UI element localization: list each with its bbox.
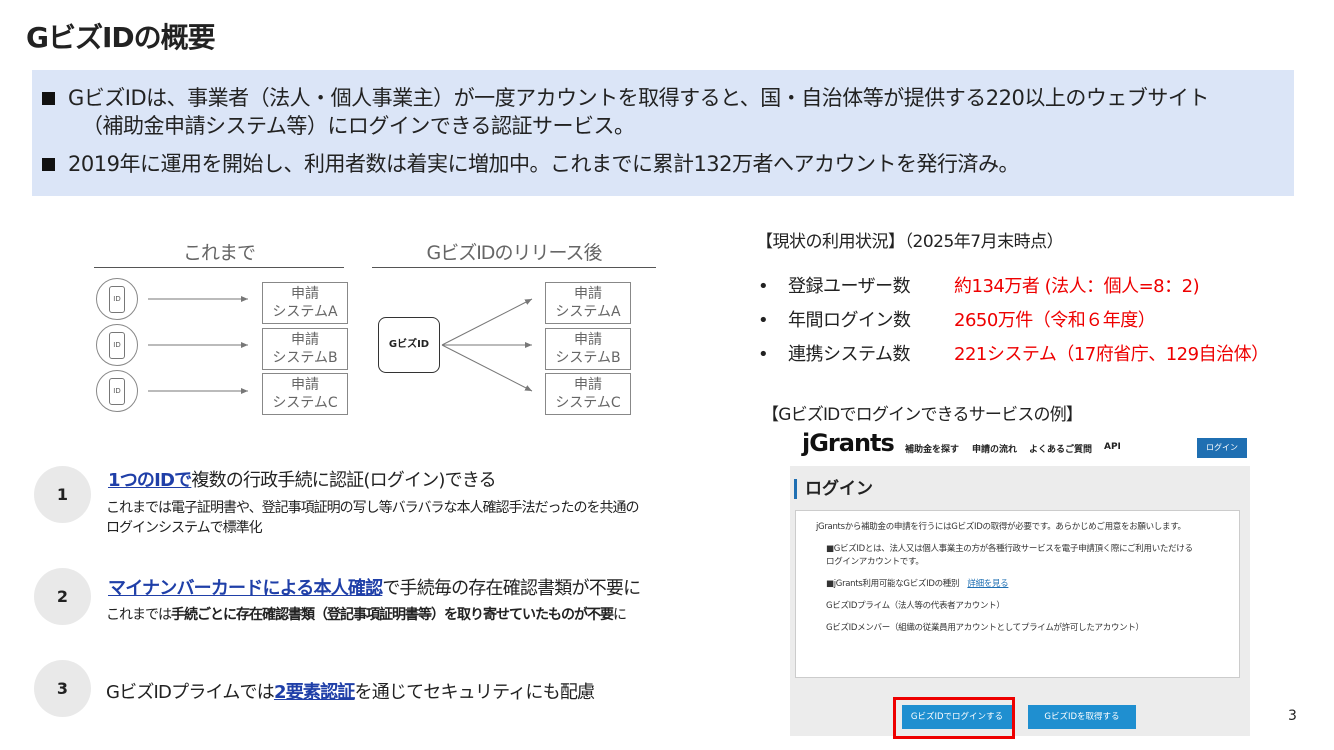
system-box-b: 申請 システムB [262,328,348,370]
login-card: jGrantsから補助金の申請を行うにはGビズIDの取得が必要です。あらかじめご… [795,510,1240,678]
smartphone-icon: ID [96,370,138,412]
status-title: 【現状の利用状況】（2025年7月末時点） [756,232,1064,252]
smartphone-icon: ID [96,278,138,320]
nav-search-subsidies[interactable]: 補助金を探す [905,442,959,455]
feature-headline: GビズIDプライムでは2要素認証を通じてセキュリティにも配慮 [106,682,595,703]
summary-box: GビズIDは、事業者（法人・個人事業主）が一度アカウントを取得すると、国・自治体… [32,70,1294,196]
highlight-frame [893,697,1015,739]
jgrants-screenshot: jGrants 補助金を探す 申請の流れ よくあるご質問 API ログイン ログ… [790,426,1250,736]
feature-number: 2 [34,568,91,625]
example-title: 【GビズIDでログインできるサービスの例】 [762,405,1083,425]
feature-headline: 1つのIDで複数の行政手続に認証(ログイン)できる [108,470,497,491]
summary-line: （補助金申請システム等）にログインできる認証サービス。 [82,114,635,138]
nav-faq[interactable]: よくあるご質問 [1029,442,1092,455]
details-link[interactable]: 詳細を見る [967,579,1008,589]
nav-application-flow[interactable]: 申請の流れ [972,442,1017,455]
list-item: • 年間ログイン数 2650万件（令和６年度） [758,310,1156,331]
summary-line: GビズIDは、事業者（法人・個人事業主）が一度アカウントを取得すると、国・自治体… [68,86,1209,110]
jgrants-logo: jGrants [802,429,895,457]
system-box-c: 申請 システムC [262,373,348,415]
page-number: 3 [1288,708,1297,724]
jgrants-navbar: jGrants 補助金を探す 申請の流れ よくあるご質問 API ログイン [790,426,1250,466]
square-bullet-icon [42,92,55,105]
comparison-diagram: これまで GビズIDのリリース後 ID ID ID 申請 システムA 申請 システム… [90,232,670,422]
system-box-a: 申請 システムA [262,282,348,324]
jgrants-body: ログイン jGrantsから補助金の申請を行うにはGビズIDの取得が必要です。あ… [790,466,1250,736]
system-box-a-after: 申請 システムA [545,282,631,324]
page-title: GビズIDの概要 [26,21,216,54]
feature-headline: マイナンバーカードによる本人確認で手続毎の存在確認書類が不要に [108,578,641,599]
system-box-b-after: 申請 システムB [545,328,631,370]
feature-number: 3 [34,660,91,717]
list-item: • 連携システム数 221システム（17府省庁、129自治体） [758,344,1269,365]
status-list: • 登録ユーザー数 約134万者 (法人：個人=8：2) • 年間ログイン数 2650万… [758,272,1269,374]
feature-number: 1 [34,466,91,523]
gbizid-get-button[interactable]: GビズIDを取得する [1028,705,1136,729]
smartphone-icon: ID [96,324,138,366]
list-item: • 登録ユーザー数 約134万者 (法人：個人=8：2) [758,276,1200,297]
summary-item: GビズIDは、事業者（法人・個人事業主）が一度アカウントを取得すると、国・自治体… [42,84,1284,140]
login-heading: ログイン [794,479,873,499]
summary-line: 2019年に運用を開始し、利用者数は着実に増加中。これまでに累計132万者へアカ… [68,152,1020,176]
summary-item: 2019年に運用を開始し、利用者数は着実に増加中。これまでに累計132万者へアカ… [42,150,1284,178]
system-box-c-after: 申請 システムC [545,373,631,415]
feature-description: これまでは電子証明書や、登記事項証明の写し等バラバラな本人確認手法だったのを共通… [106,500,639,536]
square-bullet-icon [42,158,55,171]
feature-description: これまでは手続ごとに存在確認書類（登記事項証明書等）を取り寄せていたものが不要に [106,607,627,623]
before-header: これまで [94,238,344,268]
nav-api[interactable]: API [1104,442,1121,452]
nav-login-button[interactable]: ログイン [1197,438,1247,458]
after-header: GビズIDのリリース後 [372,238,656,268]
gbizid-box: GビズID [378,317,440,373]
